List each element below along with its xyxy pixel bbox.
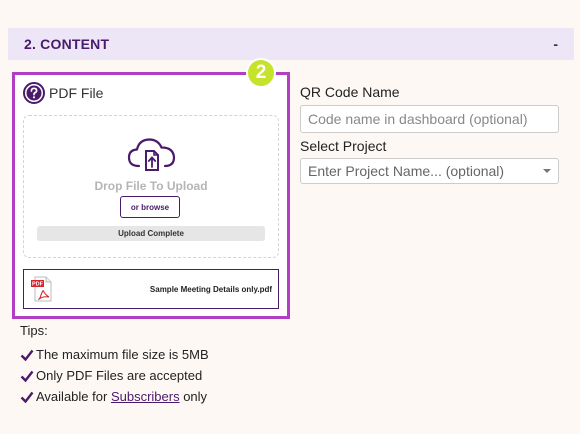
check-icon bbox=[20, 370, 34, 382]
file-dropzone[interactable]: Drop File To Upload or browse Upload Com… bbox=[23, 115, 279, 258]
check-icon bbox=[20, 349, 34, 361]
tip-text-prefix: Available for bbox=[36, 389, 108, 404]
pdf-upload-panel: PDF File Drop File To Upload or browse U… bbox=[12, 72, 290, 319]
tips-label: Tips: bbox=[20, 323, 48, 338]
panel-header: PDF File bbox=[23, 82, 103, 104]
subscribers-link[interactable]: Subscribers bbox=[111, 389, 180, 404]
pdf-file-icon: PDF bbox=[31, 276, 52, 302]
upload-progress-label: Upload Complete bbox=[118, 229, 184, 238]
uploaded-file-name: Sample Meeting Details only.pdf bbox=[149, 284, 272, 294]
qr-code-name-input[interactable] bbox=[300, 105, 559, 133]
tip-item: The maximum file size is 5MB bbox=[20, 344, 209, 365]
tip-text-suffix: only bbox=[183, 389, 208, 404]
section-header[interactable]: 2. CONTENT - bbox=[8, 28, 574, 60]
collapse-toggle[interactable]: - bbox=[553, 36, 558, 52]
project-select[interactable]: Enter Project Name... (optional) bbox=[300, 158, 559, 184]
section-title: 2. CONTENT bbox=[24, 36, 110, 52]
pdf-icon-label: PDF bbox=[32, 282, 44, 288]
uploaded-file-row[interactable]: PDF Sample Meeting Details only.pdf bbox=[23, 269, 279, 309]
tip-item: Available for Subscribers only bbox=[20, 386, 209, 407]
check-icon bbox=[20, 391, 34, 403]
step-badge: 2 bbox=[246, 58, 276, 88]
tip-text: The maximum file size is 5MB bbox=[36, 347, 209, 362]
tips: Tips: The maximum file size is 5MB Only … bbox=[20, 323, 209, 407]
browse-button[interactable]: or browse bbox=[120, 196, 180, 218]
drop-label: Drop File To Upload bbox=[94, 179, 208, 193]
tip-item: Only PDF Files are accepted bbox=[20, 365, 209, 386]
help-icon[interactable] bbox=[23, 82, 45, 104]
upload-progress-bar: Upload Complete bbox=[37, 226, 265, 241]
tip-text: Only PDF Files are accepted bbox=[36, 368, 203, 383]
select-project-label: Select Project bbox=[300, 138, 387, 154]
qr-code-name-label: QR Code Name bbox=[300, 84, 400, 100]
project-select-value: Enter Project Name... (optional) bbox=[308, 163, 505, 179]
panel-title: PDF File bbox=[49, 85, 104, 101]
chevron-down-icon bbox=[543, 169, 551, 173]
cloud-upload-icon bbox=[127, 138, 176, 171]
